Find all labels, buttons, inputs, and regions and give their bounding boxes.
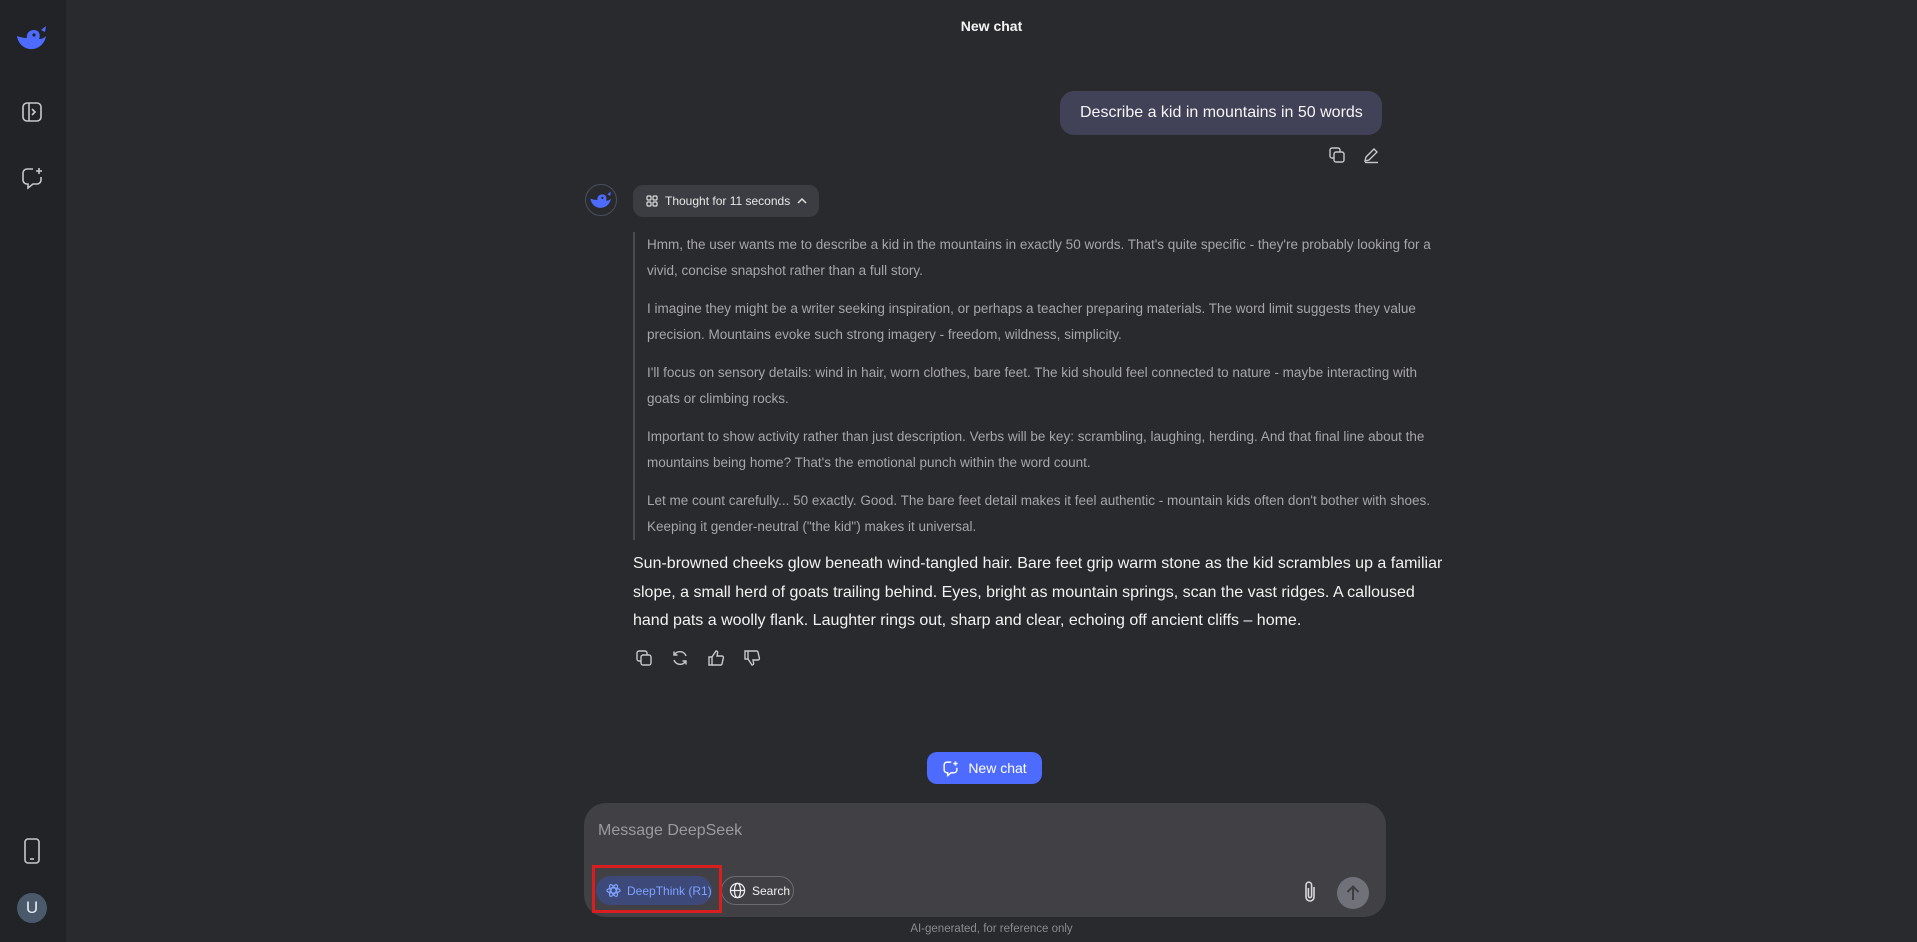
avatar-letter: U <box>25 898 39 917</box>
user-message: Describe a kid in mountains in 50 words <box>1060 91 1382 135</box>
thinking-paragraph: Hmm, the user wants me to describe a kid… <box>647 237 1431 278</box>
deepseek-whale-icon <box>590 191 611 208</box>
copy-icon[interactable] <box>1324 142 1350 168</box>
message-input[interactable] <box>598 817 1358 845</box>
send-button[interactable] <box>1337 877 1369 909</box>
copy-icon[interactable] <box>631 645 657 671</box>
deepthink-icon <box>646 195 658 207</box>
thinking-paragraph: Important to show activity rather than j… <box>647 429 1425 470</box>
disclaimer: AI-generated, for reference only <box>910 923 1073 935</box>
thumbs-up-icon[interactable] <box>703 645 729 671</box>
search-label: Search <box>752 883 791 898</box>
new-chat-label: New chat <box>968 760 1027 776</box>
assistant-answer: Sun-browned cheeks glow beneath wind-tan… <box>633 555 1443 629</box>
arrow-up-icon <box>1346 885 1360 900</box>
thumbs-down-icon[interactable] <box>739 645 765 671</box>
thinking-content: Hmm, the user wants me to describe a kid… <box>633 232 1449 540</box>
open-sidebar-icon[interactable] <box>13 93 51 131</box>
search-toggle-button[interactable]: Search <box>721 876 794 905</box>
deepseek-logo-icon[interactable] <box>13 19 51 57</box>
thought-label: Thought for 11 seconds <box>665 194 791 208</box>
mobile-app-icon[interactable] <box>13 832 51 870</box>
highlight-annotation <box>592 865 722 913</box>
new-chat-icon[interactable] <box>13 159 51 197</box>
page-title: New chat <box>960 18 1023 34</box>
edit-icon[interactable] <box>1358 142 1384 168</box>
chat-main: New chat Describe a kid in mountains in … <box>66 0 1917 942</box>
thinking-paragraph: I'll focus on sensory details: wind in h… <box>647 365 1418 406</box>
thinking-paragraph: I imagine they might be a writer seeking… <box>647 301 1416 342</box>
new-chat-button[interactable]: New chat <box>927 752 1042 784</box>
chevron-up-icon <box>797 197 807 204</box>
new-chat-icon <box>943 760 958 777</box>
avatar[interactable]: U <box>17 893 47 923</box>
thought-toggle-button[interactable]: Thought for 11 seconds <box>633 185 819 217</box>
user-message-text: Describe a kid in mountains in 50 words <box>1080 104 1363 121</box>
thinking-paragraph: Let me count carefully... 50 exactly. Go… <box>647 493 1431 534</box>
globe-icon <box>729 882 746 899</box>
assistant-avatar <box>585 184 617 216</box>
attach-file-icon[interactable] <box>1296 877 1324 907</box>
regenerate-icon[interactable] <box>667 645 693 671</box>
sidebar: U <box>0 0 66 942</box>
